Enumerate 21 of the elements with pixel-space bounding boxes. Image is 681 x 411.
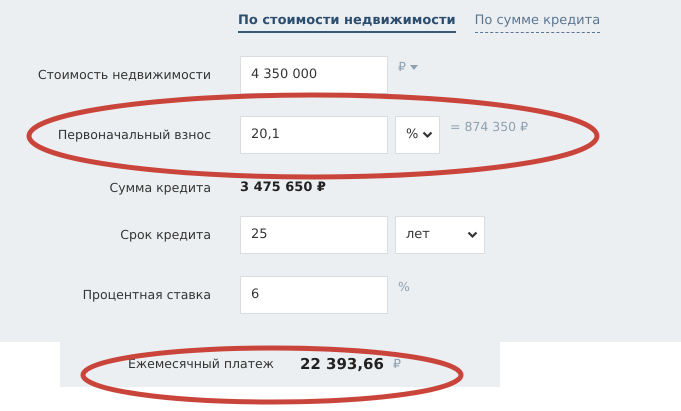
chevron-down-icon bbox=[467, 231, 478, 239]
field-label: Процентная ставка bbox=[82, 286, 211, 304]
monthly-payment: 22 393,66 bbox=[300, 354, 384, 376]
field-label: Стоимость недвижимости bbox=[36, 66, 211, 84]
select-field[interactable]: % bbox=[395, 116, 440, 154]
input-field[interactable]: 25 bbox=[240, 216, 388, 254]
input-field[interactable]: 20,1 bbox=[240, 116, 388, 154]
unit-label: % bbox=[398, 278, 410, 296]
tab[interactable]: По стоимости недвижимости bbox=[238, 12, 456, 33]
input-field[interactable]: 6 bbox=[240, 276, 388, 314]
chevron-down-icon bbox=[422, 131, 433, 139]
currency-label: ₽ bbox=[392, 355, 401, 374]
input-field[interactable]: 4 350 000 bbox=[240, 56, 388, 94]
field-label: Первоначальный взнос bbox=[56, 126, 211, 144]
field-label: Срок кредита bbox=[119, 226, 211, 244]
select-field[interactable]: лет bbox=[395, 216, 485, 254]
tab[interactable]: По сумме кредита bbox=[474, 12, 600, 33]
converted-amount: = 874 350 ₽ bbox=[450, 118, 528, 136]
field-label: Сумма кредита bbox=[108, 178, 211, 197]
loan-amount: 3 475 650 ₽ bbox=[240, 179, 326, 198]
result-label: Ежемесячный платеж bbox=[128, 355, 274, 374]
